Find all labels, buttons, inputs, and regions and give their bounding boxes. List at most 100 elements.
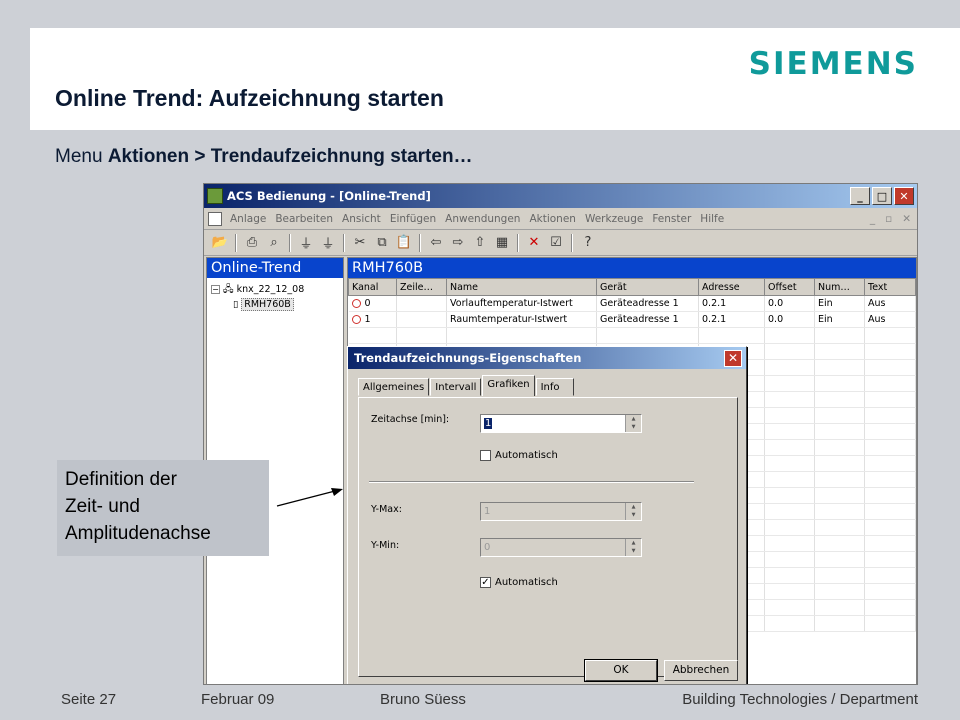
cell-text: Aus: [864, 295, 916, 312]
spinner-arrows-icon[interactable]: ▲ ▼: [625, 415, 641, 432]
table-icon[interactable]: ▦: [492, 233, 512, 253]
cell-num: Ein: [814, 311, 865, 328]
table-row[interactable]: 0 Vorlauftemperatur-Istwert Geräteadress…: [348, 295, 916, 312]
menu-werkzeuge[interactable]: Werkzeuge: [585, 213, 643, 225]
cell-geraet: Geräteadresse 1: [596, 311, 699, 328]
col-kanal[interactable]: Kanal: [348, 278, 397, 296]
ymax-spinner[interactable]: 1 ▲ ▼: [480, 502, 642, 521]
document-icon: [208, 211, 222, 226]
col-text[interactable]: Text: [864, 278, 916, 296]
footer-page: Seite 27: [61, 691, 117, 708]
col-name[interactable]: Name: [446, 278, 597, 296]
device-icon: ▯: [233, 299, 239, 310]
right-pane-title: RMH760B: [348, 258, 916, 278]
divider: [369, 481, 694, 483]
menu-ansicht[interactable]: Ansicht: [342, 213, 381, 225]
menu-anwendungen[interactable]: Anwendungen: [445, 213, 520, 225]
auto-amplitude-label: Automatisch: [495, 577, 558, 588]
toolbar-separator: [517, 233, 519, 252]
spinner-arrows-icon[interactable]: ▲ ▼: [625, 539, 641, 556]
tab-allgemeines[interactable]: Allgemeines: [358, 378, 430, 396]
maximize-button[interactable]: □: [872, 187, 892, 205]
slide-title: Online Trend: Aufzeichnung starten: [55, 85, 444, 111]
menu-anlage[interactable]: Anlage: [230, 213, 266, 225]
col-num[interactable]: Num…: [814, 278, 865, 296]
callout-line-2: Zeit- und: [65, 496, 140, 517]
tree-child-label: RMH760B: [241, 298, 294, 311]
menu-aktionen[interactable]: Aktionen: [529, 213, 576, 225]
cell-text: Aus: [864, 311, 916, 328]
back-icon[interactable]: ⇦: [426, 233, 446, 253]
collapse-icon[interactable]: −: [211, 285, 220, 294]
filter-alt-icon[interactable]: ⏚: [318, 233, 338, 253]
table-row[interactable]: 1 Raumtemperatur-Istwert Geräteadresse 1…: [348, 311, 916, 328]
spinner-arrows-icon[interactable]: ▲ ▼: [625, 503, 641, 520]
toolbar-separator: [343, 233, 345, 252]
close-button[interactable]: ✕: [894, 187, 914, 205]
tree-node-child[interactable]: ▯ RMH760B: [211, 297, 339, 312]
menu-einfuegen[interactable]: Einfügen: [390, 213, 436, 225]
ymax-label: Y-Max:: [371, 504, 402, 515]
copy-icon[interactable]: ⧉: [372, 233, 392, 253]
ymax-value: 1: [484, 506, 491, 517]
col-geraet[interactable]: Gerät: [596, 278, 699, 296]
slide-header: SIEMENS Online Trend: Aufzeichnung start…: [30, 28, 960, 130]
minimize-button[interactable]: _: [850, 187, 870, 205]
cell-kanal: 1: [348, 311, 397, 328]
menu-hilfe[interactable]: Hilfe: [700, 213, 724, 225]
folder-up-icon[interactable]: ⇧: [470, 233, 490, 253]
tab-info[interactable]: Info: [535, 378, 574, 396]
cell-name: Raumtemperatur-Istwert: [446, 311, 597, 328]
checkbox-checked-icon[interactable]: ✓: [480, 577, 491, 588]
cell-zeile: [396, 311, 447, 328]
cell-adresse: 0.2.1: [698, 311, 765, 328]
tab-grafiken[interactable]: Grafiken: [482, 375, 535, 396]
callout-line-1: Definition der: [65, 469, 177, 490]
cut-icon[interactable]: ✂: [350, 233, 370, 253]
mdi-close-icon[interactable]: ✕: [902, 213, 911, 225]
forward-icon[interactable]: ⇨: [448, 233, 468, 253]
kanal-value: 0: [364, 298, 371, 309]
col-adresse[interactable]: Adresse: [698, 278, 765, 296]
menu-fenster[interactable]: Fenster: [652, 213, 691, 225]
toolbar-separator: [571, 233, 573, 252]
print-icon[interactable]: ⎙: [242, 233, 262, 253]
menu-bar: Anlage Bearbeiten Ansicht Einfügen Anwen…: [204, 208, 917, 230]
cell-name: Vorlauftemperatur-Istwert: [446, 295, 597, 312]
window-titlebar: ACS Bedienung - [Online-Trend]: [204, 184, 917, 208]
dialog-close-button[interactable]: ✕: [724, 350, 742, 367]
help-icon[interactable]: ?: [578, 233, 598, 253]
menu-bearbeiten[interactable]: Bearbeiten: [275, 213, 333, 225]
mdi-minimize-icon[interactable]: _: [870, 213, 875, 225]
checkbox-unchecked-icon[interactable]: [480, 450, 491, 461]
ok-button[interactable]: OK: [584, 659, 658, 682]
properties-icon[interactable]: ☑: [546, 233, 566, 253]
cell-adresse: 0.2.1: [698, 295, 765, 312]
cell-zeile: [396, 295, 447, 312]
print-preview-icon[interactable]: ⌕: [264, 233, 284, 253]
cancel-button[interactable]: Abbrechen: [664, 660, 738, 681]
open-icon[interactable]: 📂: [210, 233, 230, 253]
ymin-label: Y-Min:: [371, 540, 400, 551]
col-zeile[interactable]: Zeile…: [396, 278, 447, 296]
zeitachse-spinner[interactable]: 1 ▲ ▼: [480, 414, 642, 433]
auto-zeitachse-checkbox[interactable]: Automatisch: [480, 450, 558, 461]
dialog-tabs: Allgemeines Intervall Grafiken Info: [358, 375, 575, 396]
col-offset[interactable]: Offset: [764, 278, 815, 296]
tree-root-label: knx_22_12_08: [236, 284, 305, 295]
tab-intervall[interactable]: Intervall: [430, 378, 482, 396]
paste-icon[interactable]: 📋: [394, 233, 414, 253]
auto-amplitude-checkbox[interactable]: ✓ Automatisch: [480, 577, 558, 588]
mdi-restore-icon[interactable]: ▫: [885, 213, 892, 225]
callout-box: Definition der Zeit- und Amplitudenachse: [57, 460, 269, 556]
tree-node-root[interactable]: − 🖧 knx_22_12_08: [211, 282, 339, 297]
table-row-empty: [348, 327, 916, 344]
cell-offset: 0.0: [764, 311, 815, 328]
toolbar-separator: [289, 233, 291, 252]
auto-zeitachse-label: Automatisch: [495, 450, 558, 461]
delete-icon[interactable]: ✕: [524, 233, 544, 253]
filter-icon[interactable]: ⏚: [296, 233, 316, 253]
ymin-spinner[interactable]: 0 ▲ ▼: [480, 538, 642, 557]
tree-view: − 🖧 knx_22_12_08 ▯ RMH760B: [207, 278, 343, 316]
tab-panel-grafiken: Zeitachse [min]: 1 ▲ ▼ Automatisch Y-Max: …: [358, 397, 738, 677]
